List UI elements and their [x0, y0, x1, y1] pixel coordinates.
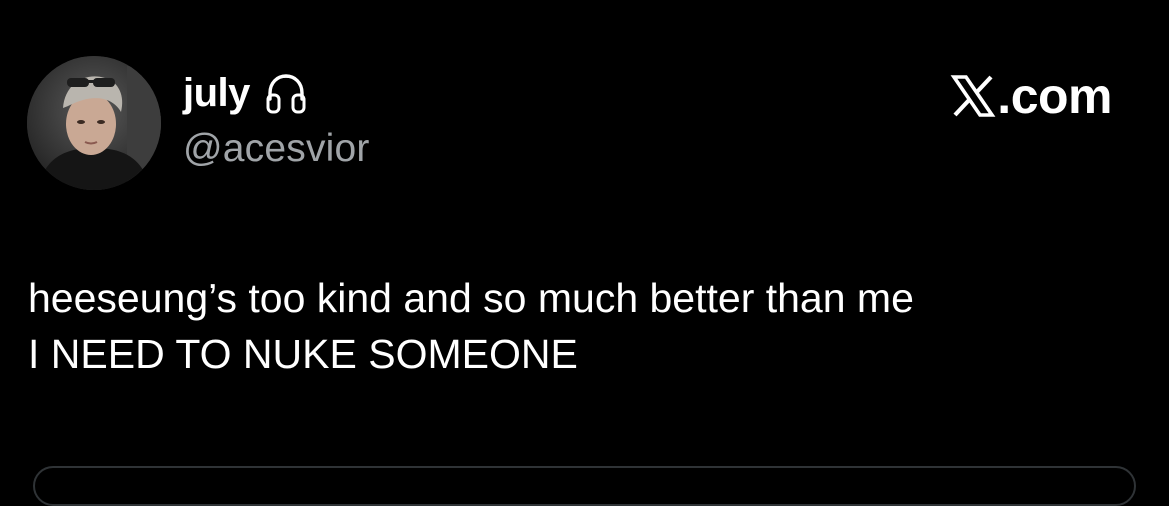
- x-logo-icon: [950, 73, 996, 119]
- brand-text: .com: [997, 68, 1112, 124]
- avatar[interactable]: [27, 56, 161, 190]
- headphones-icon: [262, 69, 310, 117]
- quoted-card-edge: [33, 466, 1136, 506]
- avatar-photo: [27, 56, 161, 190]
- display-name[interactable]: july: [183, 68, 250, 118]
- brand-logo: .com: [950, 68, 1112, 124]
- tweet-text-line: heeseung’s too kind and so much better t…: [28, 275, 914, 321]
- author-name-row: july: [183, 68, 310, 118]
- user-handle[interactable]: @acesvior: [183, 126, 370, 172]
- tweet-text-line: I NEED TO NUKE SOMEONE: [28, 331, 578, 377]
- tweet-text: heeseung’s too kind and so much better t…: [28, 270, 1158, 382]
